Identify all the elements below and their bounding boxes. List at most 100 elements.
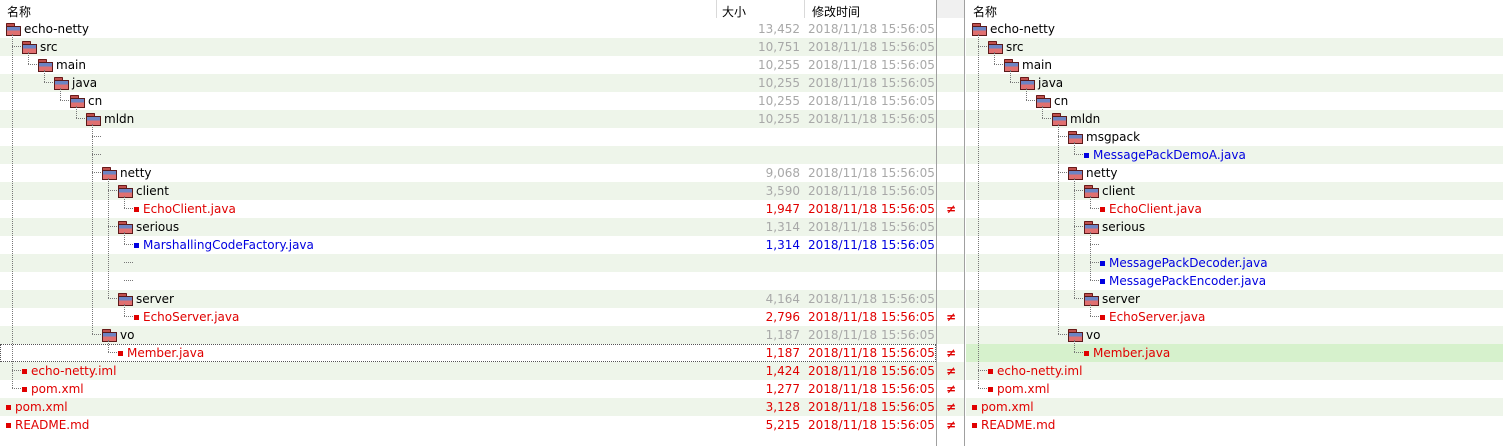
entry-name: vo <box>120 328 135 342</box>
entry-name: echo-netty <box>24 22 89 36</box>
file-row[interactable]: MessagePackEncoder.java <box>966 272 1503 290</box>
file-entry[interactable]: echo-netty.iml <box>988 362 1082 380</box>
folder-row[interactable]: client 3,590 2018/11/18 15:56:05 <box>0 182 936 200</box>
entry-name: main <box>1022 58 1052 72</box>
folder-row[interactable]: serious <box>966 218 1503 236</box>
right-name-column-header[interactable]: 名称 <box>973 3 997 20</box>
size-cell: 13,452 <box>758 22 800 36</box>
folder-icon <box>85 113 101 126</box>
file-entry[interactable]: pom.xml <box>22 380 84 398</box>
file-row[interactable]: MessagePackDecoder.java <box>966 254 1503 272</box>
folder-entry[interactable]: msgpack <box>1067 128 1140 146</box>
folder-row[interactable]: main 10,255 2018/11/18 15:56:05 <box>0 56 936 74</box>
file-entry[interactable]: pom.xml <box>972 398 1034 416</box>
folder-entry[interactable]: serious <box>117 218 179 236</box>
folder-entry[interactable]: serious <box>1083 218 1145 236</box>
file-entry[interactable]: README.md <box>6 416 89 434</box>
folder-row[interactable]: java 10,255 2018/11/18 15:56:05 <box>0 74 936 92</box>
file-status-icon <box>1100 278 1105 284</box>
file-entry[interactable]: README.md <box>972 416 1055 434</box>
tree-connector <box>1090 244 1099 245</box>
folder-entry[interactable]: vo <box>101 326 134 344</box>
file-entry[interactable]: Member.java <box>1084 344 1170 362</box>
file-row[interactable]: README.md 5,215 2018/11/18 15:56:05 ≠ <box>0 416 956 434</box>
folder-entry[interactable]: cn <box>69 92 102 110</box>
file-status-icon <box>1084 152 1089 158</box>
size-cell: 1,187 <box>765 328 800 342</box>
folder-row[interactable]: cn 10,255 2018/11/18 15:56:05 <box>0 92 936 110</box>
column-divider[interactable] <box>716 0 717 18</box>
folder-row[interactable]: cn <box>966 92 1503 110</box>
folder-row[interactable]: mldn 10,255 2018/11/18 15:56:05 <box>0 110 936 128</box>
folder-row[interactable]: vo 1,187 2018/11/18 15:56:05 <box>0 326 936 344</box>
file-row[interactable]: EchoServer.java <box>966 308 1503 326</box>
file-entry[interactable]: EchoServer.java <box>134 308 239 326</box>
file-entry[interactable]: echo-netty.iml <box>22 362 116 380</box>
file-row[interactable]: pom.xml <box>966 398 1503 416</box>
folder-row[interactable]: serious 1,314 2018/11/18 15:56:05 <box>0 218 936 236</box>
folder-row[interactable]: netty <box>966 164 1503 182</box>
file-row[interactable]: echo-netty.iml <box>966 362 1503 380</box>
file-row[interactable]: Member.java <box>966 344 1503 362</box>
modified-cell: 2018/11/18 15:56:05 <box>808 400 935 414</box>
folder-row[interactable]: src 10,751 2018/11/18 15:56:05 <box>0 38 936 56</box>
folder-entry[interactable]: echo-netty <box>5 20 89 38</box>
file-entry[interactable]: MessagePackEncoder.java <box>1100 272 1266 290</box>
file-status-icon <box>972 422 977 428</box>
modified-column-header[interactable]: 修改时间 <box>812 3 860 20</box>
right-compare-pane[interactable]: 名称 echo-netty src main java cn mldn msgpack Mes… <box>966 0 1503 446</box>
tree-connector <box>1074 340 1075 352</box>
column-divider[interactable] <box>804 0 805 18</box>
file-status-icon <box>134 314 139 320</box>
folder-row[interactable]: java <box>966 74 1503 92</box>
file-row[interactable]: MessagePackDemoA.java <box>966 146 1503 164</box>
folder-row[interactable]: echo-netty 13,452 2018/11/18 15:56:05 <box>0 20 936 38</box>
folder-row[interactable]: echo-netty <box>966 20 1503 38</box>
file-row[interactable]: EchoServer.java 2,796 2018/11/18 15:56:05 ≠ <box>0 308 956 326</box>
folder-icon <box>117 221 133 234</box>
folder-row[interactable]: src <box>966 38 1503 56</box>
folder-entry[interactable]: src <box>21 38 58 56</box>
folder-row[interactable]: mldn <box>966 110 1503 128</box>
size-cell: 10,255 <box>758 58 800 72</box>
folder-row[interactable]: vo <box>966 326 1503 344</box>
folder-row[interactable]: msgpack <box>966 128 1503 146</box>
name-column-header[interactable]: 名称 <box>7 3 31 20</box>
folder-entry[interactable]: src <box>987 38 1024 56</box>
file-row[interactable]: pom.xml <box>966 380 1503 398</box>
folder-entry[interactable]: vo <box>1067 326 1100 344</box>
file-row[interactable]: Member.java 1,187 2018/11/18 15:56:05 ≠ <box>0 344 956 362</box>
file-row[interactable]: EchoClient.java <box>966 200 1503 218</box>
folder-row[interactable]: client <box>966 182 1503 200</box>
file-row[interactable]: EchoClient.java 1,947 2018/11/18 15:56:05 ≠ <box>0 200 956 218</box>
entry-name: client <box>136 184 169 198</box>
file-entry[interactable]: MessagePackDemoA.java <box>1084 146 1246 164</box>
file-entry[interactable]: pom.xml <box>988 380 1050 398</box>
file-row[interactable]: pom.xml 1,277 2018/11/18 15:56:05 ≠ <box>0 380 956 398</box>
folder-row[interactable]: main <box>966 56 1503 74</box>
file-entry[interactable]: pom.xml <box>6 398 68 416</box>
entry-name: src <box>1006 40 1024 54</box>
folder-row[interactable]: netty 9,068 2018/11/18 15:56:05 <box>0 164 936 182</box>
size-column-header[interactable]: 大小 <box>722 3 746 20</box>
folder-row[interactable]: server 4,164 2018/11/18 15:56:05 <box>0 290 936 308</box>
folder-row[interactable]: server <box>966 290 1503 308</box>
file-row[interactable]: echo-netty.iml 1,424 2018/11/18 15:56:05 ≠ <box>0 362 956 380</box>
file-row[interactable]: README.md <box>966 416 1503 434</box>
left-compare-pane[interactable]: 名称 大小 修改时间 echo-netty 13,452 2018/11/18 15… <box>0 0 956 446</box>
folder-icon <box>21 41 37 54</box>
file-row[interactable]: MarshallingCodeFactory.java 1,314 2018/11/… <box>0 236 936 254</box>
tree-connector <box>1010 82 1019 83</box>
file-entry[interactable]: EchoServer.java <box>1100 308 1205 326</box>
file-entry[interactable]: EchoClient.java <box>1100 200 1202 218</box>
folder-entry[interactable]: cn <box>1035 92 1068 110</box>
folder-entry[interactable]: server <box>117 290 174 308</box>
file-entry[interactable]: Member.java <box>118 344 204 362</box>
tree-connector <box>1074 226 1083 227</box>
folder-entry[interactable]: server <box>1083 290 1140 308</box>
folder-entry[interactable]: echo-netty <box>971 20 1055 38</box>
file-entry[interactable]: MessagePackDecoder.java <box>1100 254 1268 272</box>
file-row[interactable]: pom.xml 3,128 2018/11/18 15:56:05 ≠ <box>0 398 956 416</box>
file-entry[interactable]: EchoClient.java <box>134 200 236 218</box>
file-entry[interactable]: MarshallingCodeFactory.java <box>134 236 314 254</box>
